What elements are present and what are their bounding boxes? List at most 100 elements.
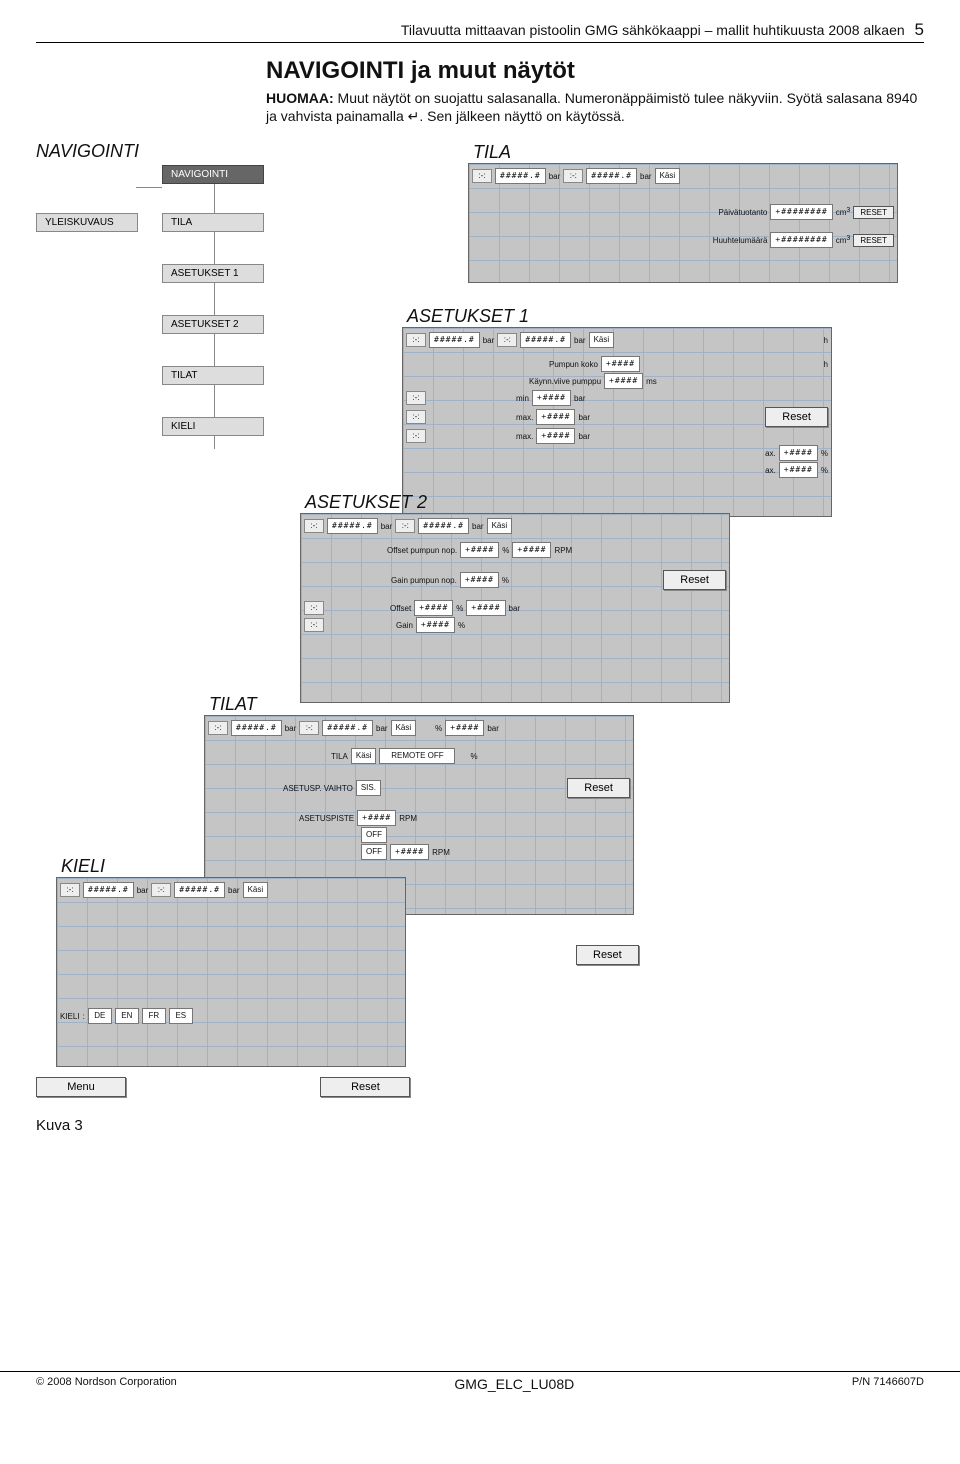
value-field[interactable]: #####.# <box>231 720 282 736</box>
reset-button[interactable]: Reset <box>765 407 828 427</box>
menu-button[interactable]: Menu <box>36 1077 126 1097</box>
footer-left: © 2008 Nordson Corporation <box>36 1376 177 1392</box>
label-asetuspiste: ASETUSPISTE <box>299 814 354 823</box>
gauge-icon: :-: <box>563 169 583 183</box>
value-field[interactable]: +#### <box>460 542 499 558</box>
reset-button[interactable]: RESET <box>853 206 894 219</box>
mode-kasi[interactable]: Käsi <box>243 882 269 898</box>
value-field[interactable]: +#### <box>779 462 818 478</box>
value-field[interactable]: #####.# <box>586 168 637 184</box>
unit-pct: % <box>456 604 463 613</box>
label-huuhtelumaara: Huuhtelumäärä <box>713 236 768 245</box>
unit-pct: % <box>821 466 828 475</box>
gauge-icon: :-: <box>304 601 324 615</box>
screen-a2-title: ASETUKSET 2 <box>305 492 427 513</box>
gauge-icon: :-: <box>304 519 324 533</box>
page-number: 5 <box>915 20 924 39</box>
reset-button[interactable]: Reset <box>320 1077 410 1097</box>
unit-bar: bar <box>574 394 586 403</box>
unit-pct: % <box>502 576 509 585</box>
value-field[interactable]: +#### <box>601 356 640 372</box>
label-gain-pumpun: Gain pumpun nop. <box>391 576 457 585</box>
label-kaynn-viive: Käynn.viive pumppu <box>529 377 601 386</box>
lang-option[interactable]: FR <box>142 1008 166 1024</box>
value-field[interactable]: +#### <box>536 428 575 444</box>
value-field[interactable]: #####.# <box>418 518 469 534</box>
label-offset: Offset <box>390 604 411 613</box>
unit-cm3: cm3 <box>836 236 851 245</box>
unit-pct: % <box>821 449 828 458</box>
lang-option[interactable]: EN <box>115 1008 139 1024</box>
nav-root-button[interactable]: NAVIGOINTI <box>162 165 264 184</box>
value-field[interactable]: #####.# <box>83 882 134 898</box>
unit-ms: ms <box>646 377 657 386</box>
value-field[interactable]: +#### <box>460 572 499 588</box>
intro-heading: NAVIGOINTI ja muut näytöt <box>266 57 924 85</box>
reset-button[interactable]: Reset <box>663 570 726 590</box>
unit-pct: % <box>470 752 477 761</box>
value-field[interactable]: #####.# <box>322 720 373 736</box>
unit-bar: bar <box>578 432 590 441</box>
field-off[interactable]: OFF <box>361 827 387 843</box>
value-field[interactable]: +#### <box>357 810 396 826</box>
value-field[interactable]: #####.# <box>495 168 546 184</box>
lang-option[interactable]: DE <box>88 1008 112 1024</box>
field-off[interactable]: OFF <box>361 844 387 860</box>
nav-asetukset1[interactable]: ASETUKSET 1 <box>162 264 264 283</box>
value-field[interactable]: +#### <box>466 600 505 616</box>
value-field[interactable]: +#### <box>604 373 643 389</box>
gauge-icon: :-: <box>472 169 492 183</box>
label-tila: TILA <box>331 752 348 761</box>
label-gain: Gain <box>396 621 413 630</box>
value-field[interactable]: +#### <box>779 445 818 461</box>
mode-kasi[interactable]: Käsi <box>487 518 513 534</box>
unit-bar: bar <box>137 886 149 895</box>
value-field[interactable]: +#### <box>445 720 484 736</box>
value-field[interactable]: #####.# <box>429 332 480 348</box>
field-sis[interactable]: SIS. <box>356 780 381 796</box>
label-offset-pumpun: Offset pumpun nop. <box>387 546 457 555</box>
unit-cm3: cm3 <box>836 208 851 217</box>
nav-tila[interactable]: TILA <box>162 213 264 232</box>
reset-button[interactable]: RESET <box>853 234 894 247</box>
unit-bar: bar <box>376 724 388 733</box>
value-field[interactable]: #####.# <box>327 518 378 534</box>
nav-yleiskuvaus[interactable]: YLEISKUVAUS <box>36 213 138 232</box>
gauge-icon: :-: <box>395 519 415 533</box>
gauge-icon: :-: <box>299 721 319 735</box>
value-field[interactable]: +######## <box>770 232 832 248</box>
unit-bar: bar <box>228 886 240 895</box>
value-field[interactable]: +#### <box>532 390 571 406</box>
page-header: Tilavuutta mittaavan pistoolin GMG sähkö… <box>36 20 924 43</box>
screen-asetukset2: ASETUKSET 2 :-: #####.# bar :-: #####.# … <box>300 513 730 703</box>
nav-kieli[interactable]: KIELI <box>162 417 264 436</box>
unit-rpm: RPM <box>432 848 450 857</box>
lang-option[interactable]: ES <box>169 1008 193 1024</box>
mode-kasi[interactable]: Käsi <box>589 332 615 348</box>
value-field[interactable]: +#### <box>414 600 453 616</box>
screen-tilat-title: TILAT <box>209 694 257 715</box>
screen-asetukset1: ASETUKSET 1 :-: #####.# bar :-: #####.# … <box>402 327 832 517</box>
intro-block: NAVIGOINTI ja muut näytöt HUOMAA: Muut n… <box>266 57 924 125</box>
value-field[interactable]: #####.# <box>520 332 571 348</box>
gauge-icon: :-: <box>406 429 426 443</box>
mode-kasi[interactable]: Käsi <box>391 720 417 736</box>
mode-kasi[interactable]: Käsi <box>655 168 681 184</box>
value-field[interactable]: +#### <box>536 409 575 425</box>
gauge-icon: :-: <box>208 721 228 735</box>
nav-asetukset2[interactable]: ASETUKSET 2 <box>162 315 264 334</box>
field-kasi[interactable]: Käsi <box>351 748 377 764</box>
unit-bar: bar <box>574 336 586 345</box>
reset-button[interactable]: Reset <box>567 778 630 798</box>
value-field[interactable]: +#### <box>416 617 455 633</box>
value-field[interactable]: +#### <box>512 542 551 558</box>
nav-tilat[interactable]: TILAT <box>162 366 264 385</box>
value-field[interactable]: #####.# <box>174 882 225 898</box>
value-field[interactable]: +#### <box>390 844 429 860</box>
footer-right: P/N 7146607D <box>852 1376 924 1392</box>
gauge-icon: :-: <box>406 391 426 405</box>
reset-button[interactable]: Reset <box>576 945 639 965</box>
intro-note-text: Muut näytöt on suojattu salasanalla. Num… <box>266 90 917 124</box>
field-remote-off[interactable]: REMOTE OFF <box>379 748 455 764</box>
value-field[interactable]: +######## <box>770 204 832 220</box>
